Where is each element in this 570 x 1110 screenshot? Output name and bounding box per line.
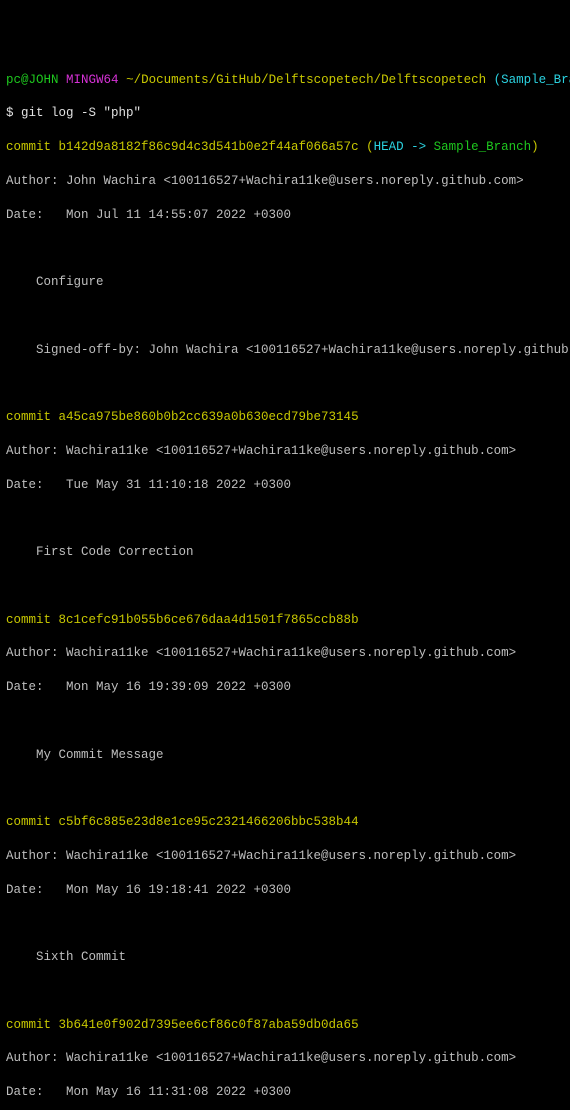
blank-line xyxy=(6,713,564,730)
commit-hash: c5bf6c885e23d8e1ce95c2321466206bbc538b44 xyxy=(59,815,359,829)
commit-label: commit xyxy=(6,613,59,627)
author-line: Author: Wachira11ke <100116527+Wachira11… xyxy=(6,443,564,460)
head-ref: HEAD -> xyxy=(374,140,434,154)
commit-line: commit 3b641e0f902d7395ee6cf86c0f87aba59… xyxy=(6,1017,564,1034)
author-line: Author: Wachira11ke <100116527+Wachira11… xyxy=(6,1050,564,1067)
prompt-path: ~/Documents/GitHub/Delftscopetech/Delfts… xyxy=(126,73,486,87)
blank-line xyxy=(6,240,564,257)
date-line: Date: Mon Jul 11 14:55:07 2022 +0300 xyxy=(6,207,564,224)
author-line: Author: Wachira11ke <100116527+Wachira11… xyxy=(6,645,564,662)
date-line: Date: Mon May 16 19:39:09 2022 +0300 xyxy=(6,679,564,696)
blank-line xyxy=(6,983,564,1000)
commit-hash: 8c1cefc91b055b6ce676daa4d1501f7865ccb88b xyxy=(59,613,359,627)
commit-line: commit 8c1cefc91b055b6ce676daa4d1501f786… xyxy=(6,612,564,629)
command-line[interactable]: $ git log -S "php" xyxy=(6,105,564,122)
commit-label: commit xyxy=(6,815,59,829)
prompt-env: MINGW64 xyxy=(66,73,119,87)
prompt-line: pc@JOHN MINGW64 ~/Documents/GitHub/Delft… xyxy=(6,72,564,89)
commit-hash: a45ca975be860b0b2cc639a0b630ecd79be73145 xyxy=(59,410,359,424)
blank-line xyxy=(6,308,564,325)
commit-message: Configure xyxy=(6,274,564,291)
commit-label: commit xyxy=(6,1018,59,1032)
commit-message: My Commit Message xyxy=(6,747,564,764)
commit-line: commit c5bf6c885e23d8e1ce95c2321466206bb… xyxy=(6,814,564,831)
commit-message: Signed-off-by: John Wachira <100116527+W… xyxy=(6,342,564,359)
commit-label: commit xyxy=(6,140,59,154)
head-branch: Sample_Branch xyxy=(434,140,532,154)
blank-line xyxy=(6,578,564,595)
commit-line: commit b142d9a8182f86c9d4c3d541b0e2f44af… xyxy=(6,139,564,156)
blank-line xyxy=(6,915,564,932)
date-line: Date: Tue May 31 11:10:18 2022 +0300 xyxy=(6,477,564,494)
prompt-userhost: pc@JOHN xyxy=(6,73,59,87)
commit-line: commit a45ca975be860b0b2cc639a0b630ecd79… xyxy=(6,409,564,426)
blank-line xyxy=(6,780,564,797)
commit-message: First Code Correction xyxy=(6,544,564,561)
commit-message: Sixth Commit xyxy=(6,949,564,966)
date-line: Date: Mon May 16 11:31:08 2022 +0300 xyxy=(6,1084,564,1101)
date-line: Date: Mon May 16 19:18:41 2022 +0300 xyxy=(6,882,564,899)
commit-hash: b142d9a8182f86c9d4c3d541b0e2f44af066a57c xyxy=(59,140,359,154)
blank-line xyxy=(6,375,564,392)
author-line: Author: John Wachira <100116527+Wachira1… xyxy=(6,173,564,190)
prompt-branch: (Sample_Branch) xyxy=(494,73,570,87)
head-open: ( xyxy=(359,140,374,154)
head-close: ) xyxy=(531,140,539,154)
author-line: Author: Wachira11ke <100116527+Wachira11… xyxy=(6,848,564,865)
commit-hash: 3b641e0f902d7395ee6cf86c0f87aba59db0da65 xyxy=(59,1018,359,1032)
blank-line xyxy=(6,510,564,527)
commit-label: commit xyxy=(6,410,59,424)
